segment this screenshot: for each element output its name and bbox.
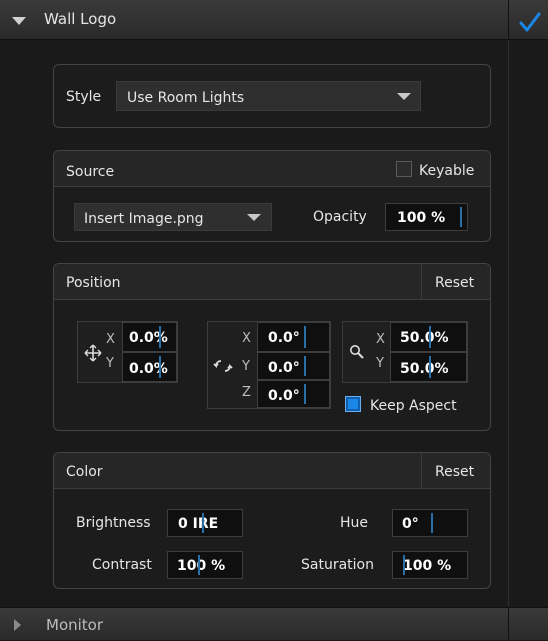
opacity-value: 100 %	[397, 210, 446, 226]
contrast-value: 100 %	[177, 558, 226, 574]
style-panel: Style Use Room Lights	[53, 64, 491, 128]
style-dropdown-value: Use Room Lights	[127, 90, 245, 106]
slider-tick	[202, 513, 204, 533]
hue-field[interactable]: 0°	[392, 509, 468, 537]
reset-divider	[421, 453, 422, 489]
enable-checkbox[interactable]	[509, 0, 548, 40]
style-dropdown[interactable]: Use Room Lights	[116, 81, 421, 111]
scale-x-value: 50.0%	[400, 330, 449, 346]
saturation-value: 100 %	[403, 558, 452, 574]
rotate-z-value: 0.0°	[268, 388, 300, 404]
slider-tick	[429, 326, 431, 348]
slider-tick	[159, 326, 161, 348]
style-label: Style	[66, 89, 102, 105]
color-reset-button[interactable]: Reset	[435, 465, 474, 479]
rotate-y-label: Y	[242, 359, 250, 374]
scale-y-field[interactable]: 50.0%	[390, 352, 467, 382]
position-title: Position	[66, 275, 121, 291]
chevron-down-icon	[397, 93, 411, 100]
rotate-group: X Y Z 0.0° 0.0° 0.0°	[207, 321, 331, 409]
contrast-field[interactable]: 100 %	[167, 551, 243, 579]
brightness-value: 0 IRE	[178, 516, 219, 532]
slider-tick	[431, 513, 433, 533]
source-panel-head: Source Keyable	[54, 151, 490, 187]
scale-y-label: Y	[376, 356, 384, 371]
keep-aspect-checkbox[interactable]	[345, 396, 361, 412]
move-group: X Y 0.0% 0.0%	[77, 321, 178, 383]
move-x-field[interactable]: 0.0%	[122, 322, 177, 352]
checkmark-icon	[519, 12, 541, 32]
footer-title: Monitor	[46, 616, 104, 634]
slider-tick	[198, 555, 200, 575]
move-x-value: 0.0%	[129, 330, 168, 346]
move-y-value: 0.0%	[129, 361, 168, 377]
expand-chevron-icon[interactable]	[14, 619, 21, 631]
monitor-header[interactable]: Monitor	[0, 607, 548, 641]
saturation-label: Saturation	[301, 557, 374, 573]
hue-value: 0°	[402, 516, 419, 532]
body-right-border	[508, 40, 509, 606]
scale-x-field[interactable]: 50.0%	[390, 322, 467, 352]
brightness-field[interactable]: 0 IRE	[167, 509, 243, 537]
slider-tick	[429, 356, 431, 378]
keyable-checkbox[interactable]	[396, 161, 412, 177]
color-title: Color	[66, 464, 103, 480]
collapse-chevron-icon[interactable]	[12, 17, 26, 25]
wall-logo-header[interactable]: Wall Logo	[0, 0, 548, 40]
position-panel: Position Reset X Y 0.0% 0.0% X Y Z 0.0°	[53, 263, 491, 431]
source-title: Source	[66, 164, 115, 180]
rotate-z-label: Z	[242, 385, 251, 400]
contrast-label: Contrast	[92, 557, 152, 573]
rotate-x-label: X	[242, 331, 251, 346]
saturation-field[interactable]: 100 %	[392, 551, 468, 579]
zoom-icon	[350, 345, 364, 359]
rotate-icon	[213, 360, 233, 372]
header-title: Wall Logo	[44, 10, 117, 28]
scale-x-label: X	[376, 332, 385, 347]
slider-tick	[304, 326, 306, 348]
color-panel: Color Reset Brightness 0 IRE Hue 0° Cont…	[53, 452, 491, 589]
brightness-label: Brightness	[76, 515, 151, 531]
image-dropdown-value: Insert Image.png	[84, 211, 204, 227]
move-y-field[interactable]: 0.0%	[122, 352, 177, 382]
rotate-y-field[interactable]: 0.0°	[257, 352, 330, 380]
move-arrows-icon	[84, 344, 102, 362]
rotate-y-value: 0.0°	[268, 360, 300, 376]
scale-y-value: 50.0%	[400, 361, 449, 377]
scale-group: X Y 50.0% 50.0%	[342, 321, 468, 383]
footer-divider	[508, 608, 509, 641]
move-x-label: X	[106, 332, 115, 347]
image-dropdown[interactable]: Insert Image.png	[74, 203, 272, 231]
move-y-label: Y	[106, 356, 114, 371]
slider-tick	[304, 356, 306, 376]
reset-divider	[421, 264, 422, 300]
keyable-label: Keyable	[419, 163, 475, 179]
position-reset-button[interactable]: Reset	[435, 276, 474, 290]
source-panel: Source Keyable Insert Image.png Opacity …	[53, 150, 491, 242]
color-panel-head: Color Reset	[54, 453, 490, 489]
slider-tick	[304, 384, 306, 404]
chevron-down-icon	[247, 214, 261, 221]
slider-tick	[403, 555, 405, 575]
slider-tick	[460, 207, 462, 227]
rotate-x-value: 0.0°	[268, 330, 300, 346]
position-panel-head: Position Reset	[54, 264, 490, 300]
opacity-label: Opacity	[313, 209, 367, 225]
rotate-z-field[interactable]: 0.0°	[257, 380, 330, 408]
hue-label: Hue	[340, 515, 369, 531]
rotate-x-field[interactable]: 0.0°	[257, 322, 330, 352]
opacity-field[interactable]: 100 %	[385, 203, 468, 231]
slider-tick	[159, 356, 161, 378]
keep-aspect-label: Keep Aspect	[370, 398, 457, 414]
